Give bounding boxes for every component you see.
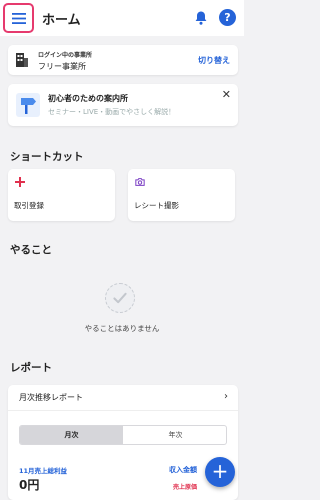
month-profit-label: 11月売上総利益 [19,467,68,475]
todo-heading: やること [10,244,52,256]
guide-banner[interactable]: 初心者のための案内所 セミナー・LIVE・動画でやさしく解説！ ✕ [8,84,238,126]
tab-yearly[interactable]: 年次 [124,426,226,444]
switch-office-button[interactable]: 切り替え [198,55,230,66]
chevron-right-icon[interactable]: › [224,391,228,402]
shortcut-receipt-photo[interactable]: レシート撮影 [128,169,235,221]
tab-monthly[interactable]: 月次 [20,426,123,444]
menu-button[interactable] [3,3,34,33]
shortcuts-heading: ショートカット [10,151,84,163]
income-label: 収入金額 [169,466,197,474]
camera-icon [135,178,145,186]
bell-icon[interactable] [193,10,209,26]
guide-subtitle: セミナー・LIVE・動画でやさしく解説！ [48,108,176,116]
shortcut-add-transaction[interactable]: 取引登録 [8,169,115,221]
app-header: ホーム ? [0,0,244,36]
report-card: 月次推移レポート › 月次 年次 11月売上総利益 0円 収入金額 売上原価 [8,385,238,500]
divider [8,410,238,411]
month-profit-value: 0円 [19,478,40,492]
period-toggle: 月次 年次 [19,425,227,445]
building-icon [16,53,28,67]
report-heading: レポート [10,362,52,374]
guide-title: 初心者のための案内所 [48,94,128,103]
office-label: ログイン中の事業所 [38,52,93,59]
shortcut-label: レシート撮影 [134,201,179,210]
shortcut-label: 取引登録 [14,201,44,210]
hamburger-icon [11,12,26,24]
monthly-report-link[interactable]: 月次推移レポート [19,392,83,403]
office-name: フリー事業所 [38,62,86,71]
page-title: ホーム [42,13,81,28]
add-fab-button[interactable]: + [205,457,235,487]
office-card: ログイン中の事業所 フリー事業所 切り替え [8,45,238,75]
cost-of-sales-label: 売上原価 [173,484,198,491]
close-icon[interactable]: ✕ [222,88,231,101]
signpost-icon [16,93,40,117]
help-icon[interactable]: ? [219,9,236,26]
checkmark-icon [105,283,135,313]
todo-empty-text: やることはありません [84,324,160,333]
plus-icon [15,177,25,187]
